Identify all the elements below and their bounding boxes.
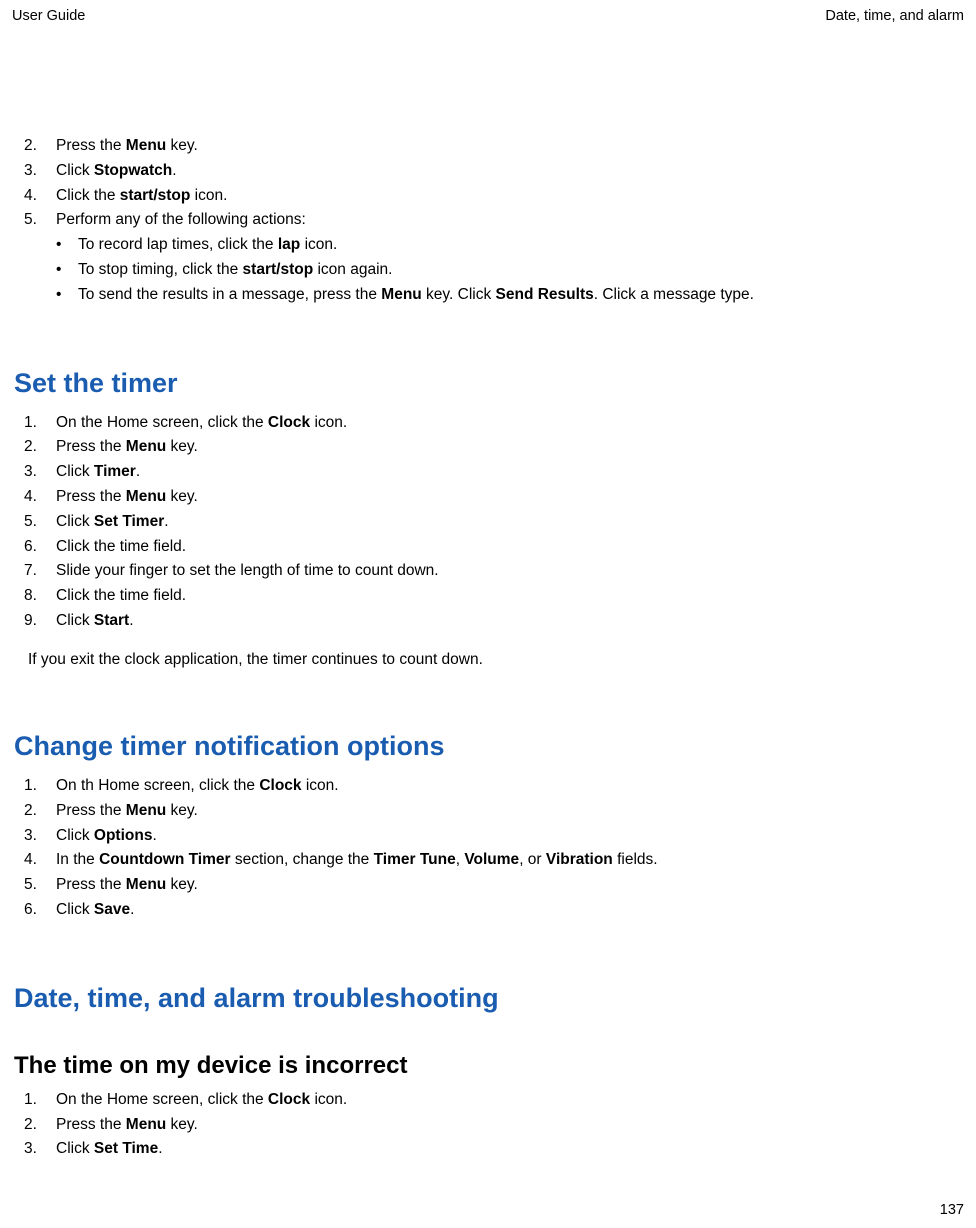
options-steps: 1.On th Home screen, click the Clock ico… (14, 774, 964, 923)
bullet-item: • To record lap times, click the lap ico… (56, 233, 964, 258)
step-text: Click Stopwatch. (56, 159, 177, 184)
list-item: 2.Press the Menu key. (14, 799, 964, 824)
subheading-incorrect-time: The time on my device is incorrect (14, 1052, 964, 1080)
step-text: Press the Menu key. (56, 435, 198, 460)
step-number: 2. (24, 134, 56, 159)
step-number: 5. (24, 208, 56, 233)
list-item: 5. Perform any of the following actions: (14, 208, 964, 233)
list-item: 8.Click the time field. (14, 584, 964, 609)
step-number: 2. (24, 1113, 56, 1138)
stopwatch-actions: • To record lap times, click the lap ico… (14, 233, 964, 307)
step-text: Press the Menu key. (56, 873, 198, 898)
step-text: Press the Menu key. (56, 134, 198, 159)
step-number: 4. (24, 184, 56, 209)
bullet-text: To record lap times, click the lap icon. (78, 233, 337, 258)
list-item: 4. Click the start/stop icon. (14, 184, 964, 209)
list-item: 1.On th Home screen, click the Clock ico… (14, 774, 964, 799)
list-item: 3. Click Stopwatch. (14, 159, 964, 184)
list-item: 6.Click Save. (14, 898, 964, 923)
step-text: Click Set Time. (56, 1137, 163, 1162)
step-number: 3. (24, 460, 56, 485)
bullet-icon: • (56, 258, 78, 283)
list-item: 6.Click the time field. (14, 535, 964, 560)
step-number: 2. (24, 799, 56, 824)
list-item: 7.Slide your finger to set the length of… (14, 559, 964, 584)
step-text: Click the time field. (56, 584, 186, 609)
bullet-item: • To stop timing, click the start/stop i… (56, 258, 964, 283)
header-left: User Guide (12, 8, 85, 24)
page-content: 2. Press the Menu key. 3. Click Stopwatc… (0, 24, 976, 1162)
step-text: On the Home screen, click the Clock icon… (56, 1088, 347, 1113)
step-number: 4. (24, 485, 56, 510)
heading-change-options: Change timer notification options (14, 731, 964, 762)
heading-troubleshooting: Date, time, and alarm troubleshooting (14, 983, 964, 1014)
step-number: 4. (24, 848, 56, 873)
bullet-text: To send the results in a message, press … (78, 283, 754, 308)
step-text: Click Timer. (56, 460, 140, 485)
step-text: Press the Menu key. (56, 485, 198, 510)
list-item: 3.Click Options. (14, 824, 964, 849)
list-item: 3.Click Timer. (14, 460, 964, 485)
step-number: 5. (24, 510, 56, 535)
list-item: 9.Click Start. (14, 609, 964, 634)
bullet-icon: • (56, 283, 78, 308)
step-number: 1. (24, 411, 56, 436)
timer-note: If you exit the clock application, the t… (14, 648, 964, 671)
step-number: 3. (24, 159, 56, 184)
page-number: 137 (940, 1202, 964, 1218)
list-item: 2.Press the Menu key. (14, 435, 964, 460)
stopwatch-steps: 2. Press the Menu key. 3. Click Stopwatc… (14, 134, 964, 233)
step-number: 6. (24, 898, 56, 923)
troubleshoot-steps: 1.On the Home screen, click the Clock ic… (14, 1088, 964, 1162)
list-item: 1.On the Home screen, click the Clock ic… (14, 1088, 964, 1113)
list-item: 2. Press the Menu key. (14, 134, 964, 159)
step-text: Press the Menu key. (56, 1113, 198, 1138)
step-text: Slide your finger to set the length of t… (56, 559, 439, 584)
list-item: 3.Click Set Time. (14, 1137, 964, 1162)
list-item: 1.On the Home screen, click the Clock ic… (14, 411, 964, 436)
page-header: User Guide Date, time, and alarm (0, 0, 976, 24)
step-text: In the Countdown Timer section, change t… (56, 848, 658, 873)
step-number: 1. (24, 1088, 56, 1113)
step-text: Click Options. (56, 824, 157, 849)
list-item: 5.Press the Menu key. (14, 873, 964, 898)
bullet-icon: • (56, 233, 78, 258)
step-number: 5. (24, 873, 56, 898)
step-text: On the Home screen, click the Clock icon… (56, 411, 347, 436)
step-number: 8. (24, 584, 56, 609)
step-number: 1. (24, 774, 56, 799)
heading-set-timer: Set the timer (14, 368, 964, 399)
bullet-item: • To send the results in a message, pres… (56, 283, 964, 308)
bullet-text: To stop timing, click the start/stop ico… (78, 258, 392, 283)
step-number: 7. (24, 559, 56, 584)
step-text: Click the start/stop icon. (56, 184, 227, 209)
timer-steps: 1.On the Home screen, click the Clock ic… (14, 411, 964, 634)
step-text: Click Save. (56, 898, 134, 923)
step-text: Press the Menu key. (56, 799, 198, 824)
header-right: Date, time, and alarm (825, 8, 964, 24)
step-number: 9. (24, 609, 56, 634)
step-text: Click Set Timer. (56, 510, 169, 535)
list-item: 2.Press the Menu key. (14, 1113, 964, 1138)
list-item: 4.Press the Menu key. (14, 485, 964, 510)
step-number: 3. (24, 1137, 56, 1162)
step-number: 3. (24, 824, 56, 849)
list-item: 4.In the Countdown Timer section, change… (14, 848, 964, 873)
step-text: Click Start. (56, 609, 134, 634)
step-number: 2. (24, 435, 56, 460)
step-number: 6. (24, 535, 56, 560)
step-text: Perform any of the following actions: (56, 208, 306, 233)
step-text: Click the time field. (56, 535, 186, 560)
list-item: 5.Click Set Timer. (14, 510, 964, 535)
step-text: On th Home screen, click the Clock icon. (56, 774, 339, 799)
